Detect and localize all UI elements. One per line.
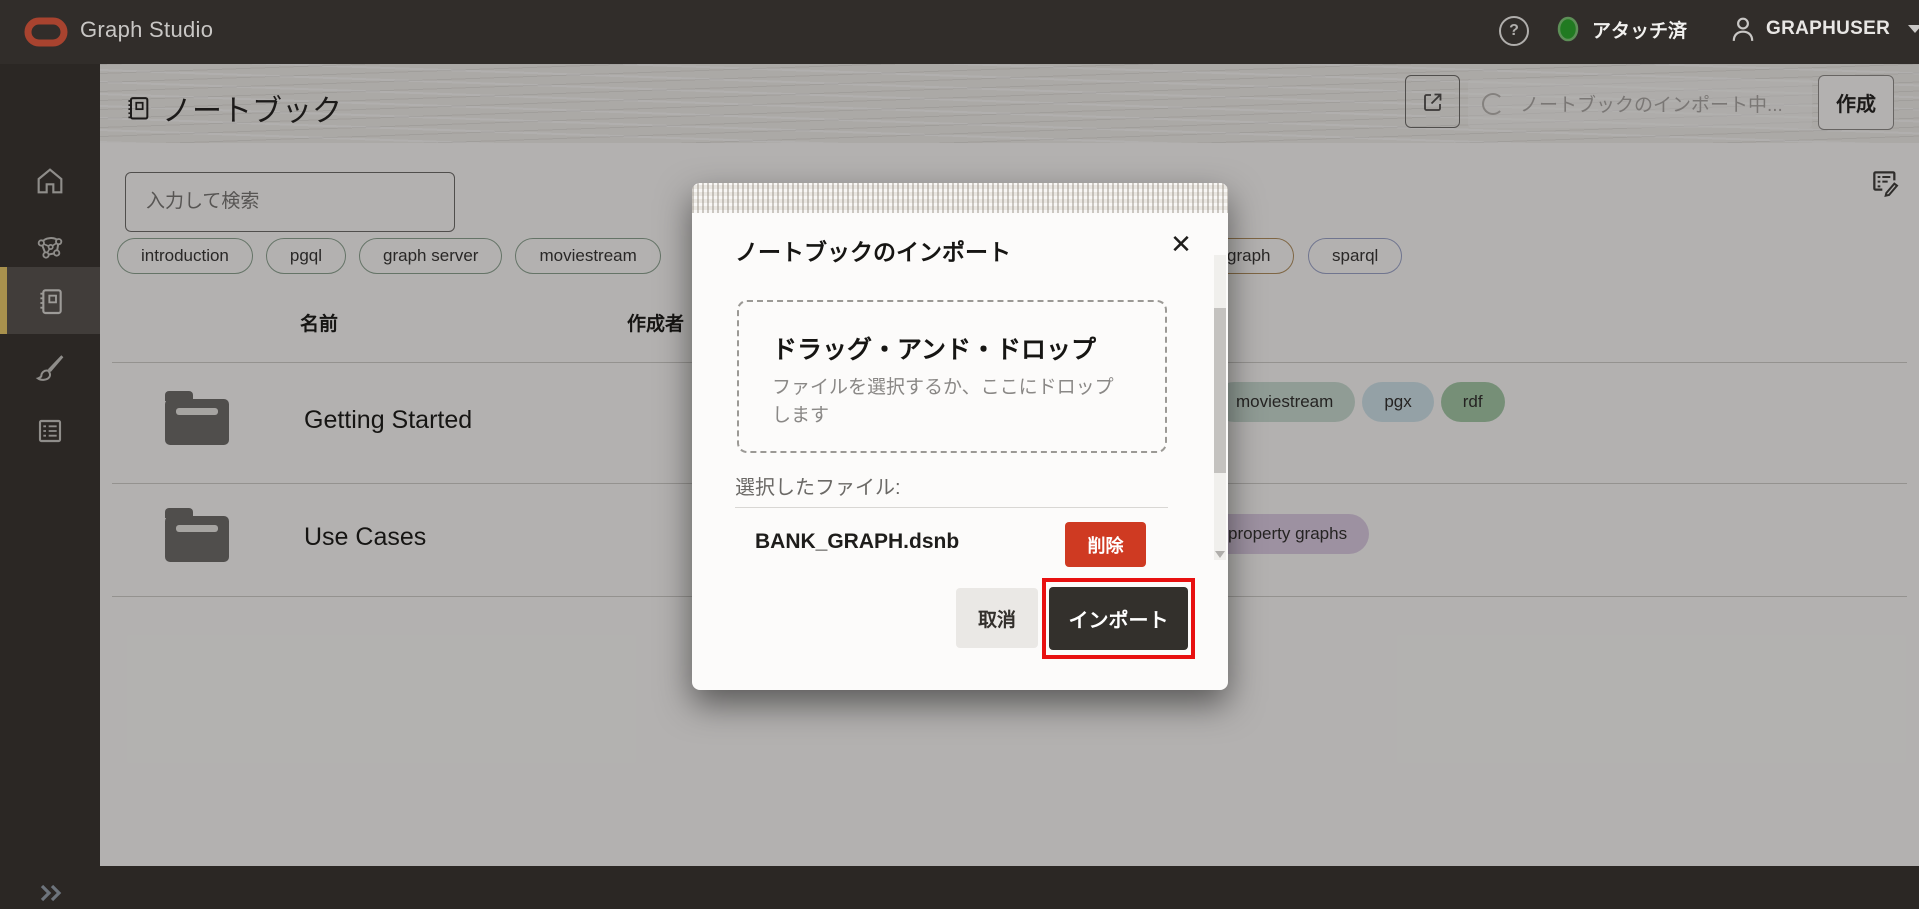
- status-dot-icon: [1557, 16, 1579, 42]
- scrollbar-down-arrow-icon[interactable]: [1215, 551, 1225, 558]
- notebook-icon: [40, 288, 62, 314]
- delete-file-button[interactable]: 削除: [1065, 522, 1146, 567]
- import-button[interactable]: インポート: [1049, 587, 1188, 650]
- close-icon[interactable]: ✕: [1162, 225, 1200, 263]
- app-title: Graph Studio: [80, 17, 214, 42]
- dropzone-hint: ファイルを選択するか、ここにドロップします: [772, 377, 1114, 426]
- help-icon[interactable]: ?: [1499, 16, 1529, 46]
- cancel-button[interactable]: 取消: [956, 588, 1038, 648]
- modal-header-texture: [692, 183, 1228, 213]
- user-icon: [1732, 17, 1754, 41]
- user-menu[interactable]: GRAPHUSER: [1730, 14, 1919, 44]
- graph-icon: [37, 237, 63, 259]
- attach-status[interactable]: アタッチ済: [1556, 14, 1687, 44]
- sidebar-item-style[interactable]: [0, 335, 100, 401]
- sidebar-item-home[interactable]: [0, 148, 100, 214]
- sidebar-expand-button[interactable]: [36, 882, 66, 909]
- selected-files-label: 選択したファイル:: [735, 477, 901, 499]
- scrollbar-thumb[interactable]: [1214, 308, 1226, 473]
- paintbrush-icon: [35, 355, 64, 381]
- username-label: GRAPHUSER: [1766, 18, 1891, 39]
- files-divider: [735, 507, 1168, 508]
- home-icon: [37, 168, 63, 194]
- status-label: アタッチ済: [1592, 20, 1688, 42]
- chevron-down-icon: [1908, 25, 1919, 33]
- top-bar: Graph Studio ? アタッチ済 GRAPHUSER: [0, 0, 1919, 64]
- sidebar: [0, 64, 100, 902]
- modal-title: ノートブックのインポート: [735, 239, 1011, 265]
- sidebar-item-templates[interactable]: [0, 398, 100, 464]
- oracle-logo-icon: [24, 17, 68, 47]
- sidebar-item-notebooks[interactable]: [0, 267, 100, 334]
- selected-file-name: BANK_GRAPH.dsnb: [755, 530, 960, 553]
- dropzone-title: ドラッグ・アンド・ドロップ: [772, 336, 1097, 364]
- template-list-icon: [38, 419, 62, 443]
- modal-scrollbar[interactable]: [1214, 255, 1226, 560]
- file-dropzone[interactable]: ドラッグ・アンド・ドロップ ファイルを選択するか、ここにドロップします: [737, 300, 1167, 453]
- double-chevron-right-icon: [40, 884, 62, 902]
- import-notebook-modal: ノートブックのインポート ✕ ドラッグ・アンド・ドロップ ファイルを選択するか、…: [692, 183, 1228, 690]
